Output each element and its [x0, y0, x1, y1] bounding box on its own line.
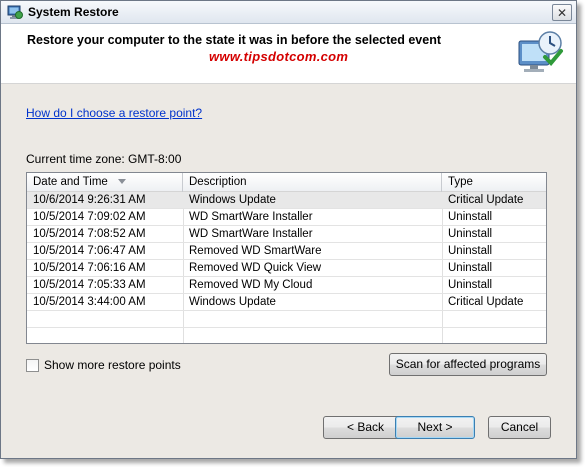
column-header-type[interactable]: Type	[442, 173, 546, 192]
table-row[interactable]: 10/5/2014 7:08:52 AM WD SmartWare Install…	[27, 226, 546, 243]
show-more-label: Show more restore points	[44, 358, 181, 372]
cell-type: Uninstall	[448, 211, 493, 223]
table-row[interactable]: 10/5/2014 7:05:33 AM Removed WD My Cloud U…	[27, 277, 546, 294]
column-header-date[interactable]: Date and Time	[27, 173, 183, 192]
cell-date: 10/5/2014 7:06:47 AM	[33, 245, 146, 257]
cell-date: 10/5/2014 7:05:33 AM	[33, 279, 146, 291]
show-more-restore-points[interactable]: Show more restore points	[26, 358, 181, 372]
table-header: Date and Time Description Type	[27, 173, 546, 192]
cell-description: WD SmartWare Installer	[189, 228, 313, 240]
cell-date: 10/5/2014 7:06:16 AM	[33, 262, 146, 274]
table-row[interactable]: 10/5/2014 7:09:02 AM WD SmartWare Install…	[27, 209, 546, 226]
table-row[interactable]: 10/5/2014 3:44:00 AM Windows Update Critic…	[27, 294, 546, 311]
cell-date: 10/5/2014 7:08:52 AM	[33, 228, 146, 240]
system-restore-icon	[518, 31, 563, 72]
scan-affected-programs-button[interactable]: Scan for affected programs	[389, 353, 547, 376]
cell-description: Windows Update	[189, 194, 276, 206]
wizard-header: Restore your computer to the state it wa…	[1, 24, 576, 84]
system-restore-window: System Restore ✕ Restore your computer t…	[0, 0, 577, 459]
show-more-checkbox[interactable]	[26, 358, 39, 372]
close-button[interactable]: ✕	[552, 4, 572, 21]
sort-descending-icon	[117, 179, 126, 185]
table-row[interactable]: 10/5/2014 7:06:47 AM Removed WD SmartWare…	[27, 243, 546, 260]
header-title: Restore your computer to the state it wa…	[27, 33, 441, 47]
cell-date: 10/5/2014 3:44:00 AM	[33, 296, 146, 308]
close-icon: ✕	[556, 5, 568, 20]
cell-description: Removed WD SmartWare	[189, 245, 322, 257]
cell-description: Removed WD Quick View	[189, 262, 322, 274]
cell-description: Windows Update	[189, 296, 276, 308]
column-header-description[interactable]: Description	[183, 173, 442, 192]
cell-date: 10/5/2014 7:09:02 AM	[33, 211, 146, 223]
table-row[interactable]: 10/5/2014 7:06:16 AM Removed WD Quick Vie…	[27, 260, 546, 277]
cell-description: WD SmartWare Installer	[189, 211, 313, 223]
table-row-empty	[27, 311, 546, 328]
table-row-empty	[27, 328, 546, 343]
window-title: System Restore	[28, 5, 119, 19]
cell-type: Uninstall	[448, 245, 493, 257]
restore-point-help-link[interactable]: How do I choose a restore point?	[26, 106, 202, 120]
cancel-button[interactable]: Cancel	[488, 416, 551, 439]
watermark-text: www.tipsdotcom.com	[209, 49, 349, 64]
restore-points-table[interactable]: Date and Time Description Type 10/6/2014…	[26, 172, 547, 344]
title-bar[interactable]: System Restore ✕	[1, 1, 576, 24]
cell-type: Uninstall	[448, 228, 493, 240]
cell-type: Critical Update	[448, 194, 524, 206]
timezone-label: Current time zone: GMT-8:00	[26, 152, 182, 166]
system-restore-icon	[7, 5, 23, 19]
cell-type: Critical Update	[448, 296, 524, 308]
cell-type: Uninstall	[448, 279, 493, 291]
cell-description: Removed WD My Cloud	[189, 279, 313, 291]
next-button[interactable]: Next >	[395, 416, 475, 439]
table-row[interactable]: 10/6/2014 9:26:31 AM Windows Update Critic…	[27, 192, 546, 209]
cell-type: Uninstall	[448, 262, 493, 274]
cell-date: 10/6/2014 9:26:31 AM	[33, 194, 146, 206]
